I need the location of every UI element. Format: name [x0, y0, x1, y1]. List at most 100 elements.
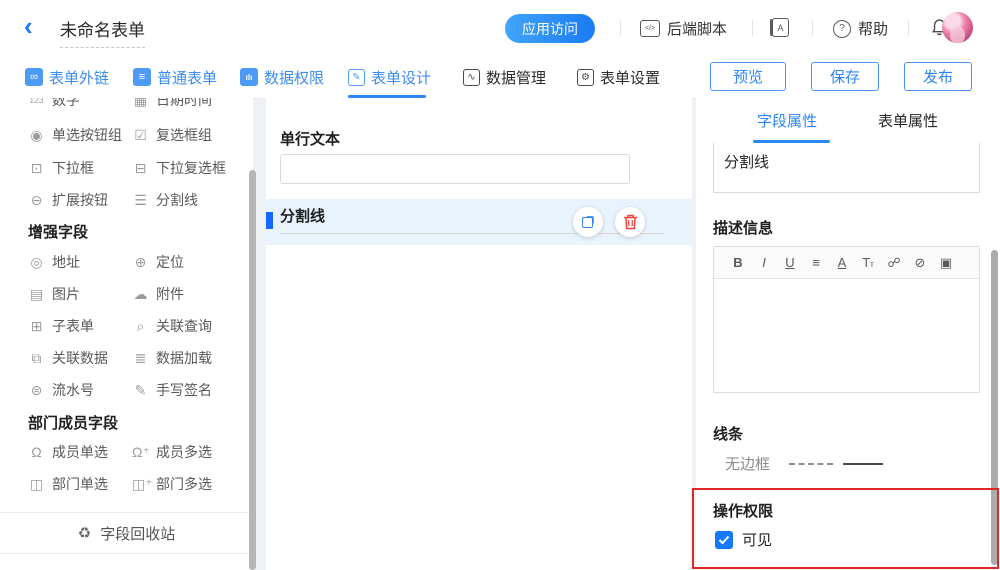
- nav-tab-1[interactable]: ∞表单外链: [25, 56, 109, 98]
- divider-line: [280, 233, 664, 234]
- field-recycle-bin[interactable]: ♻ 字段回收站: [0, 512, 253, 554]
- sidebar-scrollbar[interactable]: [249, 170, 256, 570]
- field-item-checkbox-group[interactable]: ☑复选框组: [132, 119, 212, 151]
- insert-image-icon[interactable]: ▣: [933, 255, 959, 271]
- user-avatar[interactable]: [942, 12, 973, 43]
- field-item-radio-group[interactable]: ◉单选按钮组: [28, 119, 122, 151]
- field-item-signature[interactable]: ✎手写签名: [132, 374, 212, 406]
- field-item-dept-single[interactable]: ◫部门单选: [28, 468, 108, 500]
- field-item-label: 子表单: [52, 316, 94, 336]
- line-style-solid[interactable]: [843, 463, 883, 465]
- field-item-multi-select[interactable]: ⊟下拉复选框: [132, 152, 226, 184]
- field-item-member-multi[interactable]: Ω⁺成员多选: [132, 436, 212, 468]
- description-editor[interactable]: BIU≡AT☍⊘▣: [713, 246, 980, 393]
- address-icon: ◎: [28, 254, 45, 271]
- nav-tab-5[interactable]: ∿数据管理: [463, 56, 546, 98]
- field-palette-row: Ω成员单选 Ω⁺成员多选: [0, 436, 253, 468]
- field-item-address[interactable]: ◎地址: [28, 246, 80, 278]
- permission-label: 操作权限: [713, 500, 773, 521]
- nav-tab-2[interactable]: ≡ 普通表单: [133, 56, 217, 98]
- sidebar-section-header: 增强字段: [28, 221, 88, 242]
- align-icon[interactable]: ≡: [803, 255, 829, 270]
- tab-form-properties[interactable]: 表单属性: [878, 98, 938, 142]
- divider: [620, 20, 621, 36]
- field-palette-row: ◎地址 ⊕定位: [0, 246, 253, 278]
- link-icon[interactable]: ☍: [881, 255, 907, 271]
- field-item-label: 分割线: [156, 190, 198, 210]
- contacts-item[interactable]: A: [772, 18, 789, 37]
- bold-icon[interactable]: B: [725, 255, 751, 270]
- tab-field-properties[interactable]: 字段属性: [757, 98, 817, 142]
- line-style-dashed[interactable]: [789, 463, 833, 465]
- form-canvas: 单行文本 分割线: [266, 98, 692, 570]
- field-item-subform[interactable]: ⊞子表单: [28, 310, 94, 342]
- field-item-label: 部门多选: [156, 474, 212, 494]
- related-data-icon: ⧉: [28, 350, 45, 367]
- divider-icon: ☰: [132, 192, 149, 209]
- text-field-input[interactable]: [280, 154, 630, 184]
- help-label: 帮助: [858, 18, 888, 39]
- font-size-icon[interactable]: T: [855, 255, 881, 270]
- font-color-icon[interactable]: A: [829, 255, 855, 270]
- field-item-datetime[interactable]: ▦日期时间: [132, 98, 212, 116]
- field-item-divider[interactable]: ☰ 分割线: [132, 184, 198, 216]
- backend-script-item[interactable]: </> 后端脚本: [640, 18, 727, 39]
- nav-tab-3[interactable]: ılı数据权限: [240, 56, 324, 98]
- field-item-number[interactable]: 123数字: [28, 98, 80, 116]
- field-item-data-load[interactable]: ≣数据加载: [132, 342, 212, 374]
- field-item-select[interactable]: ⊡下拉框: [28, 152, 94, 184]
- line-label: 线条: [713, 423, 743, 444]
- checkbox-checked-icon[interactable]: [715, 531, 733, 549]
- copy-icon: [582, 216, 594, 228]
- copy-field-button[interactable]: [573, 207, 603, 237]
- field-item-attachment[interactable]: ☁附件: [132, 278, 184, 310]
- field-item-serial-number[interactable]: ⊜流水号: [28, 374, 94, 406]
- dept-single-icon: ◫: [28, 476, 45, 493]
- preview-button[interactable]: 预览: [710, 62, 786, 91]
- tab-label: 字段属性: [757, 110, 817, 131]
- field-item-dept-multi[interactable]: ◫⁺ 部门多选: [132, 468, 212, 500]
- field-palette-row: ⊡下拉框 ⊟下拉复选框: [0, 152, 253, 184]
- dept-multi-icon: ◫⁺: [132, 476, 149, 493]
- field-title-input[interactable]: 分割线: [713, 143, 980, 193]
- visible-checkbox-row[interactable]: 可见: [715, 529, 772, 550]
- app-access-button[interactable]: 应用访问: [505, 14, 595, 43]
- line-style-none[interactable]: 无边框: [725, 453, 770, 474]
- nav-tab-label: 普通表单: [157, 67, 217, 88]
- delete-field-button[interactable]: [615, 207, 645, 237]
- field-item-related-query[interactable]: ⌕关联查询: [132, 310, 212, 342]
- publish-button[interactable]: 发布: [904, 62, 972, 91]
- extend-button-icon: ⊖: [28, 192, 45, 209]
- field-item-label: 下拉复选框: [156, 158, 226, 178]
- field-item-member-single[interactable]: Ω成员单选: [28, 436, 108, 468]
- save-button[interactable]: 保存: [811, 62, 879, 91]
- field-item-label: 成员多选: [156, 442, 212, 462]
- italic-icon[interactable]: I: [751, 255, 777, 270]
- field-palette-row: ◉单选按钮组 ☑复选框组: [0, 119, 253, 151]
- top-header: ‹ 未命名表单 应用访问 </> 后端脚本 A ? 帮助: [0, 0, 1000, 57]
- field-item-location[interactable]: ⊕定位: [132, 246, 184, 278]
- underline-icon[interactable]: U: [777, 255, 803, 270]
- field-item-label: 关联数据: [52, 348, 108, 368]
- form-title[interactable]: 未命名表单: [60, 16, 145, 48]
- field-item-label: 定位: [156, 252, 184, 272]
- normal-form-icon: ≡: [133, 68, 151, 86]
- field-palette-row: ⧉ 关联数据 ≣数据加载: [0, 342, 253, 374]
- properties-panel: 字段属性 表单属性 分割线 描述信息 BIU≡AT☍⊘▣ 线条 无边框 操作权限…: [696, 98, 1000, 570]
- panel-scrollbar[interactable]: [991, 250, 998, 565]
- field-item-label: 流水号: [52, 380, 94, 400]
- back-icon[interactable]: ‹: [24, 11, 33, 41]
- description-label: 描述信息: [713, 217, 773, 238]
- code-icon: </>: [640, 20, 660, 37]
- selected-divider-field[interactable]: 分割线: [266, 199, 692, 245]
- nav-tab-6[interactable]: ⚙表单设置: [577, 56, 660, 98]
- form-settings-icon: ⚙: [577, 69, 594, 86]
- help-item[interactable]: ? 帮助: [833, 18, 888, 39]
- field-item-image[interactable]: ▤图片: [28, 278, 80, 310]
- editor-toolbar: BIU≡AT☍⊘▣: [714, 247, 979, 279]
- field-item-related-data[interactable]: ⧉ 关联数据: [28, 342, 108, 374]
- field-item-extend-button[interactable]: ⊖扩展按钮: [28, 184, 108, 216]
- unlink-icon[interactable]: ⊘: [907, 255, 933, 271]
- field-item-label: 日期时间: [156, 98, 212, 110]
- nav-tab-4[interactable]: ✎表单设计: [348, 56, 431, 98]
